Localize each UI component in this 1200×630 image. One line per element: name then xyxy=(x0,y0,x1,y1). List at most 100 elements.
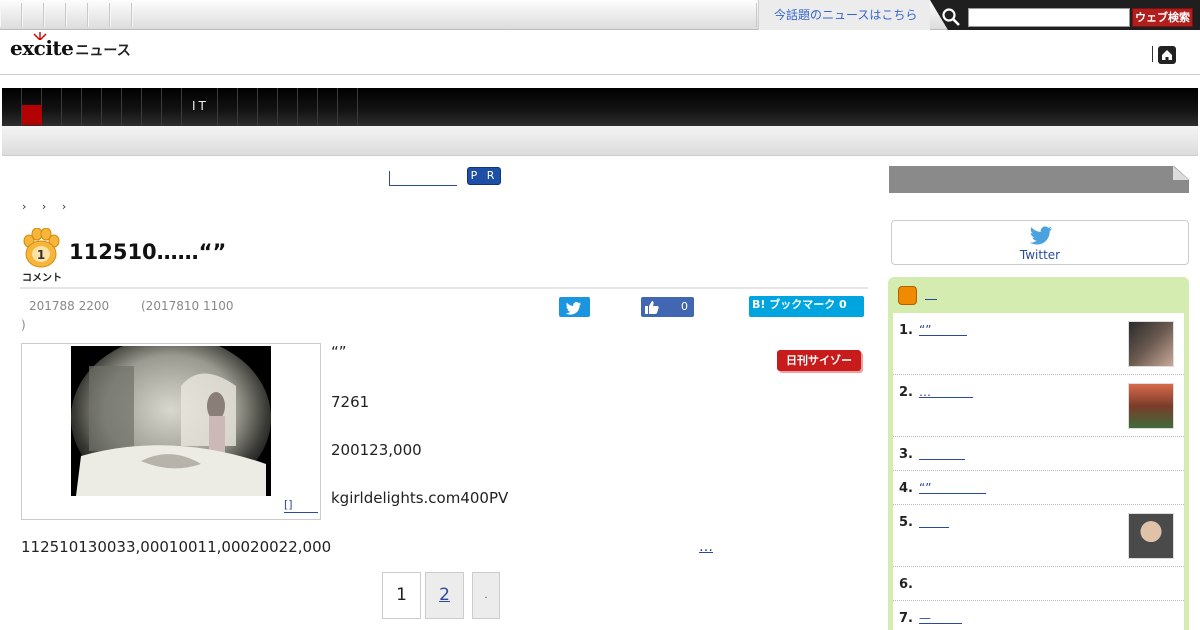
top-bar-cell[interactable] xyxy=(66,3,88,27)
ranking-number: 1. xyxy=(899,323,913,338)
nav-item[interactable] xyxy=(142,88,162,126)
ranking-number: 3. xyxy=(899,447,913,462)
nav-item[interactable] xyxy=(122,88,142,126)
ranking-head-link[interactable] xyxy=(925,288,937,300)
ranking-item[interactable]: 7. — xyxy=(893,601,1184,630)
ranking-number: 4. xyxy=(899,481,913,496)
article-paragraph: 200123,000 xyxy=(331,441,422,459)
ranking-item[interactable]: 1. “” xyxy=(893,313,1184,375)
site-header: excite ニュース xyxy=(0,30,1200,75)
nav-item[interactable] xyxy=(298,88,318,126)
sidebar-ad-banner[interactable] xyxy=(889,166,1189,193)
nav-label-it: IT xyxy=(192,99,209,113)
ranking-number: 2. xyxy=(899,385,913,400)
photo-image xyxy=(71,346,271,496)
nav-item[interactable] xyxy=(2,88,22,126)
twitter-icon xyxy=(1030,226,1052,245)
pagination-page-2[interactable]: 2 xyxy=(425,572,464,619)
ranking-item[interactable]: 5. xyxy=(893,505,1184,567)
nav-active-marker xyxy=(22,105,42,125)
ranking-title[interactable] xyxy=(919,447,965,460)
breadcrumb-separator: › xyxy=(41,200,47,213)
photo-caption-link[interactable]: [] xyxy=(284,498,318,513)
article-dates: 201788 2200 (2017810 1100 ) xyxy=(21,297,251,335)
nav-item[interactable] xyxy=(102,88,122,126)
sub-nav xyxy=(2,126,1198,156)
ranking-item[interactable]: 6. xyxy=(893,567,1184,601)
twitter-follow-button[interactable]: Twitter xyxy=(891,220,1189,265)
pagination-current: 1 xyxy=(382,572,421,619)
twitter-icon xyxy=(565,302,581,315)
divider xyxy=(20,287,868,289)
facebook-like-button[interactable]: 0 xyxy=(641,297,694,317)
ranking-thumbnail[interactable] xyxy=(1128,383,1174,429)
ranking-title[interactable] xyxy=(919,515,949,528)
ranking-panel: 1. “” 2. … 3. 4. “” 5. 6. 7. — xyxy=(888,277,1189,630)
updated-date-close: ) xyxy=(21,318,26,332)
excite-news-logo[interactable]: excite ニュース xyxy=(10,32,131,66)
comment-count: 1 xyxy=(36,248,46,262)
category-nav: IT xyxy=(2,88,1198,126)
comment-label: コメント xyxy=(22,273,62,284)
hatena-bookmark-button[interactable]: B! ブックマーク 0 xyxy=(749,296,864,317)
pr-link[interactable] xyxy=(389,171,457,186)
ranking-icon xyxy=(898,286,917,305)
nav-item[interactable] xyxy=(42,88,62,126)
breadcrumb-separator: › xyxy=(22,200,27,213)
nav-item[interactable] xyxy=(238,88,258,126)
home-icon[interactable] xyxy=(1158,46,1176,64)
ranking-item[interactable]: 2. … xyxy=(893,375,1184,437)
ranking-thumbnail[interactable] xyxy=(1128,321,1174,367)
top-bar-cell[interactable] xyxy=(88,3,110,27)
comment-badge[interactable]: 1 コメント xyxy=(20,228,62,284)
nav-item[interactable] xyxy=(218,88,238,126)
read-more-link[interactable]: … xyxy=(699,539,713,555)
nav-item[interactable] xyxy=(258,88,278,126)
nav-item[interactable] xyxy=(62,88,82,126)
top-bar-cell[interactable] xyxy=(110,3,132,27)
ranking-thumbnail[interactable] xyxy=(1128,513,1174,559)
twitter-label: Twitter xyxy=(1019,248,1061,262)
ranking-title[interactable]: “” xyxy=(919,481,986,495)
top-bar-cell[interactable] xyxy=(0,3,22,27)
top-bar-cell[interactable] xyxy=(22,3,44,27)
search-icon[interactable] xyxy=(941,7,961,27)
published-date: 201788 2200 xyxy=(29,299,110,313)
ranking-number: 7. xyxy=(899,611,913,626)
nav-item[interactable] xyxy=(82,88,102,126)
trending-news-link[interactable]: 今話題のニュースはこちら xyxy=(758,0,930,30)
article-title: 112510……“” xyxy=(69,240,227,264)
thumbs-up-icon xyxy=(645,301,659,314)
ranking-item[interactable]: 3. xyxy=(893,437,1184,471)
source-logo[interactable]: 日刊サイゾー xyxy=(777,350,861,371)
twitter-share-button[interactable] xyxy=(559,297,590,317)
updated-date: (2017810 1100 xyxy=(141,299,234,313)
article-paragraph: kgirldelights.com400PV xyxy=(331,489,509,507)
article-paragraph: 7261 xyxy=(331,393,370,411)
ranking-title[interactable]: — xyxy=(919,611,962,625)
nav-item[interactable] xyxy=(162,88,182,126)
pagination-next[interactable]: . xyxy=(472,572,500,619)
ranking-item[interactable]: 4. “” xyxy=(893,471,1184,505)
logo-spark-icon xyxy=(33,32,47,40)
like-count: 0 xyxy=(681,300,688,313)
breadcrumb: › › › xyxy=(22,200,78,213)
nav-item[interactable] xyxy=(278,88,298,126)
article-photo[interactable] xyxy=(71,346,271,496)
ranking-number: 6. xyxy=(899,577,913,592)
divider xyxy=(1152,46,1153,62)
breadcrumb-separator: › xyxy=(61,200,67,213)
web-search-button[interactable]: ウェブ検索 xyxy=(1132,8,1193,27)
top-bar-cell xyxy=(132,3,757,27)
top-bar-cell[interactable] xyxy=(44,3,66,27)
nav-item[interactable] xyxy=(318,88,338,126)
ranking-title[interactable]: “” xyxy=(919,323,967,337)
logo-sub: ニュース xyxy=(75,43,131,59)
ranking-number: 5. xyxy=(899,515,913,530)
article-paragraph: “” xyxy=(331,343,347,361)
pr-badge: P R xyxy=(467,167,501,185)
ranking-list: 1. “” 2. … 3. 4. “” 5. 6. 7. — xyxy=(893,313,1184,630)
ranking-title[interactable]: … xyxy=(919,385,973,399)
nav-item[interactable] xyxy=(338,88,358,126)
search-input[interactable] xyxy=(968,8,1130,27)
